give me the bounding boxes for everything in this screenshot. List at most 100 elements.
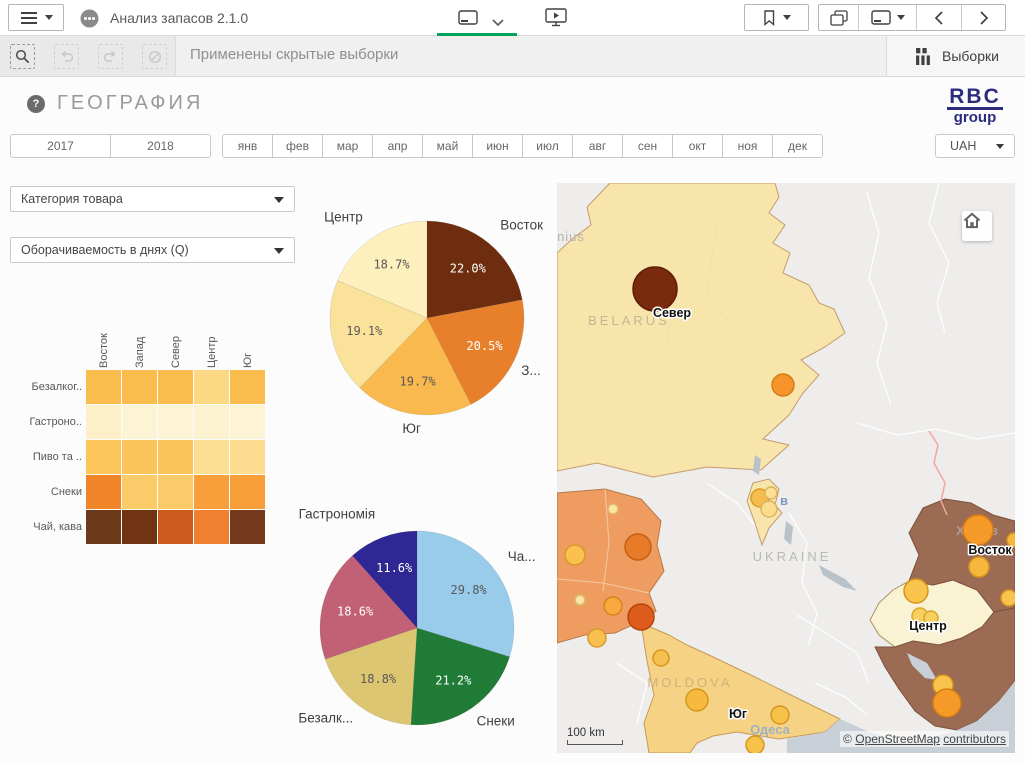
category-filter-dropdown[interactable]: Категория товара — [10, 186, 295, 212]
selections-back-button — [54, 44, 79, 69]
map-bubble-13[interactable] — [653, 650, 669, 666]
month-button-8[interactable]: авг — [572, 134, 623, 158]
month-button-3[interactable]: мар — [322, 134, 373, 158]
map-region-label-Центр: Центр — [909, 619, 947, 633]
heatmap-cell-Восток[interactable] — [86, 510, 121, 544]
heatmap-cell-Запад[interactable] — [122, 440, 157, 474]
sheet-list-chevron[interactable] — [492, 14, 504, 32]
month-button-4[interactable]: апр — [372, 134, 423, 158]
heatmap-cell-Юг[interactable] — [230, 510, 265, 544]
map-bubble-11[interactable] — [628, 604, 654, 630]
heatmap-cell-Север[interactable] — [158, 405, 193, 439]
chevron-down-icon — [783, 15, 791, 20]
month-button-9[interactable]: сен — [622, 134, 673, 158]
heatmap-cell-Север[interactable] — [158, 370, 193, 404]
map-home-button[interactable] — [962, 211, 992, 241]
month-filter-group: янвфевмарапрмайиюниюлавгсеноктноядек — [222, 134, 823, 158]
heatmap-cell-Центр[interactable] — [194, 510, 229, 544]
global-menu-button[interactable] — [8, 4, 64, 31]
hidden-selections-status: Применены скрытые выборки — [190, 46, 398, 63]
map-bubble-5[interactable] — [761, 501, 777, 517]
heatmap-cell-Восток[interactable] — [86, 440, 121, 474]
app-title: Анализ запасов 2.1.0 — [110, 10, 248, 26]
turnover-filter-dropdown[interactable]: Оборачиваемость в днях (Q) — [10, 237, 295, 263]
heatmap-cell-Восток[interactable] — [86, 475, 121, 509]
map-bubble-2[interactable] — [772, 374, 794, 396]
map-bubble-7[interactable] — [565, 545, 585, 565]
previous-sheet-button[interactable] — [917, 5, 962, 30]
currency-select[interactable]: UAH — [935, 134, 1015, 158]
month-button-1[interactable]: янв — [222, 134, 273, 158]
geo-map[interactable]: BELARUSUKRAINEMOLDOVAnius МінсквХарківОд… — [557, 183, 1015, 753]
heatmap-cell-Запад[interactable] — [122, 370, 157, 404]
pie-slice-label: Снеки — [477, 714, 515, 729]
heatmap-cell-Запад[interactable] — [122, 510, 157, 544]
pie-value-label: 18.8% — [360, 672, 397, 686]
year-button-2017[interactable]: 2017 — [10, 134, 111, 158]
map-bubble-15[interactable] — [771, 706, 789, 724]
smart-search-button[interactable] — [10, 44, 35, 69]
heatmap-cell-Запад[interactable] — [122, 475, 157, 509]
sheet-overview-button[interactable] — [819, 5, 859, 30]
heatmap-cell-Центр[interactable] — [194, 405, 229, 439]
pie-chart-categories[interactable]: 29.8%Ча...21.2%Снеки18.8%Безалк...18.6%1… — [283, 498, 545, 756]
current-sheet-dropdown[interactable] — [859, 5, 917, 30]
map-bubble-24[interactable] — [1001, 590, 1015, 606]
map-bubble-1[interactable] — [633, 267, 677, 311]
month-button-11[interactable]: ноя — [722, 134, 773, 158]
map-bubble-10[interactable] — [604, 597, 622, 615]
heatmap-cell-Запад[interactable] — [122, 405, 157, 439]
heatmap-cell-Юг[interactable] — [230, 440, 265, 474]
pie-value-label: 11.6% — [376, 561, 413, 575]
search-icon — [15, 49, 30, 64]
map-bubble-12[interactable] — [588, 629, 606, 647]
map-bubble-18[interactable] — [969, 557, 989, 577]
map-bubble-23[interactable] — [933, 689, 961, 717]
heatmap-cell-Центр[interactable] — [194, 370, 229, 404]
storytelling-button[interactable] — [545, 8, 567, 32]
contributors-link[interactable]: contributors — [943, 732, 1006, 746]
map-canvas[interactable]: BELARUSUKRAINEMOLDOVAnius МінсквХарківОд… — [557, 183, 1015, 753]
month-button-6[interactable]: июн — [472, 134, 523, 158]
month-button-12[interactable]: дек — [772, 134, 823, 158]
month-button-10[interactable]: окт — [672, 134, 723, 158]
map-bubble-9[interactable] — [575, 595, 585, 605]
selections-tool-button[interactable]: Выборки — [886, 36, 1025, 76]
heatmap-cell-Центр[interactable] — [194, 475, 229, 509]
heatmap-cell-Юг[interactable] — [230, 475, 265, 509]
bookmarks-button[interactable] — [744, 4, 809, 31]
heatmap-col-label-Запад: Запад — [122, 328, 158, 368]
heatmap-cell-Центр[interactable] — [194, 440, 229, 474]
heatmap-cell-Север[interactable] — [158, 475, 193, 509]
month-button-5[interactable]: май — [422, 134, 473, 158]
year-button-2018[interactable]: 2018 — [110, 134, 211, 158]
map-bubble-17[interactable] — [963, 515, 993, 545]
presentation-icon — [545, 8, 567, 27]
help-icon[interactable]: ? — [27, 95, 45, 113]
selections-toolbar: Применены скрытые выборки Выборки — [0, 36, 1025, 77]
map-bubble-4[interactable] — [765, 487, 777, 499]
scale-label: 100 km — [567, 727, 605, 739]
map-bubble-16[interactable] — [746, 736, 764, 753]
heatmap-cell-Юг[interactable] — [230, 405, 265, 439]
pie-slice-label: Безалк... — [298, 710, 353, 725]
next-sheet-button[interactable] — [962, 5, 1005, 30]
map-bubble-8[interactable] — [625, 534, 651, 560]
pie-chart-regions[interactable]: 22.0%Восток20.5%З...19.7%Юг19.1%18.7%Цен… — [295, 192, 557, 457]
month-button-2[interactable]: фев — [272, 134, 323, 158]
redo-icon — [103, 50, 118, 63]
map-bubble-6[interactable] — [608, 504, 618, 514]
osm-link[interactable]: OpenStreetMap — [855, 732, 940, 746]
heatmap-cell-Север[interactable] — [158, 510, 193, 544]
heatmap-cell-Восток[interactable] — [86, 405, 121, 439]
heatmap-cell-Восток[interactable] — [86, 370, 121, 404]
pie-slice-label: З... — [521, 363, 540, 378]
heatmap-cell-Юг[interactable] — [230, 370, 265, 404]
map-bubble-14[interactable] — [686, 689, 708, 711]
sheet-view-button[interactable] — [458, 10, 478, 31]
heatmap-cell-Север[interactable] — [158, 440, 193, 474]
selections-forward-button — [98, 44, 123, 69]
map-bubble-19[interactable] — [904, 579, 928, 603]
pie-slice-label: Восток — [500, 217, 543, 232]
month-button-7[interactable]: июл — [522, 134, 573, 158]
